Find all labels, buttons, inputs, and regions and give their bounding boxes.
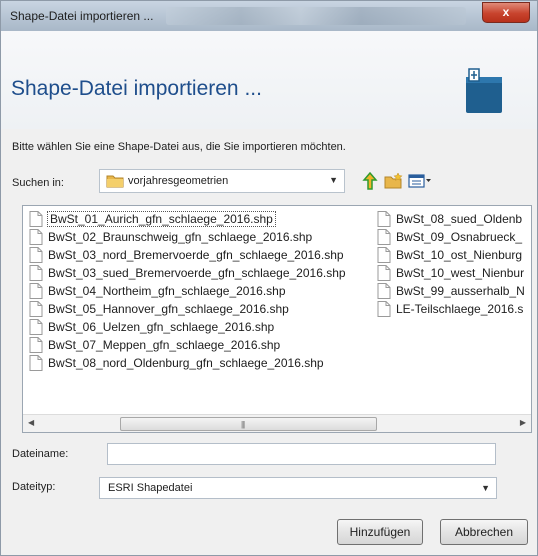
cancel-button-label: Abbrechen [454, 525, 514, 539]
file-icon [377, 265, 391, 281]
view-menu-icon [408, 174, 431, 188]
file-item[interactable]: BwSt_05_Hannover_gfn_schlaege_2016.shp [29, 300, 346, 318]
file-name: BwSt_10_west_Nienbur [396, 266, 525, 280]
file-item[interactable]: BwSt_03_sued_Bremervoerde_gfn_schlaege_2… [29, 264, 346, 282]
instruction-text: Bitte wählen Sie eine Shape-Datei aus, d… [12, 141, 346, 153]
new-folder-icon [384, 173, 403, 189]
file-name: BwSt_04_Northeim_gfn_schlaege_2016.shp [48, 284, 286, 298]
chevron-down-icon: ▼ [481, 483, 490, 493]
file-item[interactable]: LE-Teilschlaege_2016.s [377, 300, 525, 318]
import-dialog: Shape-Datei importieren ... x Shape-Date… [0, 0, 538, 556]
file-name: BwSt_09_Osnabrueck_ [396, 230, 523, 244]
chevron-down-icon: ▼ [329, 175, 338, 185]
window-title: Shape-Datei importieren ... [10, 9, 154, 23]
filename-label: Dateiname: [12, 448, 69, 460]
file-icon [29, 355, 43, 371]
file-item[interactable]: BwSt_08_sued_Oldenb [377, 210, 525, 228]
file-name: BwSt_08_nord_Oldenburg_gfn_schlaege_2016… [48, 356, 324, 370]
file-name: BwSt_03_nord_Bremervoerde_gfn_schlaege_2… [48, 248, 344, 262]
file-name: BwSt_01_Aurich_gfn_schlaege_2016.shp [47, 211, 276, 227]
filetype-dropdown[interactable]: ESRI Shapedatei ▼ [99, 477, 497, 499]
file-column-2: BwSt_08_sued_Oldenb BwSt_09_Osnabrueck_ … [377, 210, 525, 318]
file-icon [29, 301, 43, 317]
file-item[interactable]: BwSt_99_ausserhalb_N [377, 282, 525, 300]
file-name: BwSt_10_ost_Nienburg [396, 248, 523, 262]
new-folder-button[interactable] [383, 171, 405, 191]
file-icon [377, 301, 391, 317]
file-icon [377, 283, 391, 299]
file-item[interactable]: BwSt_03_nord_Bremervoerde_gfn_schlaege_2… [29, 246, 346, 264]
up-folder-icon [362, 172, 378, 190]
close-icon: x [502, 5, 510, 19]
file-item[interactable]: BwSt_10_ost_Nienburg [377, 246, 525, 264]
close-button[interactable]: x [482, 2, 530, 23]
file-name: BwSt_06_Uelzen_gfn_schlaege_2016.shp [48, 320, 275, 334]
file-icon [29, 265, 43, 281]
file-name: LE-Teilschlaege_2016.s [396, 302, 524, 316]
file-name: BwSt_02_Braunschweig_gfn_schlaege_2016.s… [48, 230, 313, 244]
dialog-content: Bitte wählen Sie eine Shape-Datei aus, d… [1, 129, 537, 555]
folder-icon [106, 175, 124, 188]
filetype-label: Dateityp: [12, 481, 56, 493]
file-item[interactable]: BwSt_01_Aurich_gfn_schlaege_2016.shp [29, 210, 346, 228]
scroll-right-icon[interactable]: ▶ [520, 418, 526, 427]
file-icon [29, 211, 43, 227]
file-icon [29, 229, 43, 245]
file-list[interactable]: BwSt_01_Aurich_gfn_schlaege_2016.shp BwS… [22, 205, 532, 433]
file-item[interactable]: BwSt_09_Osnabrueck_ [377, 228, 525, 246]
dialog-heading: Shape-Datei importieren ... [11, 77, 262, 100]
dialog-header: Shape-Datei importieren ... [1, 31, 537, 130]
file-name: BwSt_99_ausserhalb_N [396, 284, 525, 298]
file-icon [29, 319, 43, 335]
file-item[interactable]: BwSt_08_nord_Oldenburg_gfn_schlaege_2016… [29, 354, 346, 372]
horizontal-scrollbar[interactable]: ◀ ||| ▶ [23, 414, 531, 432]
file-column-1: BwSt_01_Aurich_gfn_schlaege_2016.shp BwS… [29, 210, 346, 372]
scroll-thumb[interactable]: ||| [120, 417, 377, 431]
file-icon [377, 229, 391, 245]
file-name: BwSt_05_Hannover_gfn_schlaege_2016.shp [48, 302, 289, 316]
view-menu-button[interactable] [407, 171, 433, 191]
file-icon [29, 337, 43, 353]
grip-icon: ||| [241, 420, 245, 429]
file-item[interactable]: BwSt_07_Meppen_gfn_schlaege_2016.shp [29, 336, 346, 354]
filetype-value: ESRI Shapedatei [108, 482, 193, 494]
file-item[interactable]: BwSt_04_Northeim_gfn_schlaege_2016.shp [29, 282, 346, 300]
file-icon [377, 247, 391, 263]
look-in-label: Suchen in: [12, 177, 64, 189]
file-icon [377, 211, 391, 227]
file-name: BwSt_07_Meppen_gfn_schlaege_2016.shp [48, 338, 281, 352]
file-item[interactable]: BwSt_06_Uelzen_gfn_schlaege_2016.shp [29, 318, 346, 336]
file-name: BwSt_03_sued_Bremervoerde_gfn_schlaege_2… [48, 266, 346, 280]
import-shape-icon [466, 68, 502, 113]
title-bar-background [166, 7, 466, 25]
look-in-value: vorjahresgeometrien [128, 175, 229, 187]
cancel-button[interactable]: Abbrechen [440, 519, 528, 545]
add-button[interactable]: Hinzufügen [337, 519, 423, 545]
file-item[interactable]: BwSt_10_west_Nienbur [377, 264, 525, 282]
title-bar[interactable]: Shape-Datei importieren ... x [1, 1, 537, 31]
up-folder-button[interactable] [361, 171, 379, 191]
scroll-left-icon[interactable]: ◀ [28, 418, 34, 427]
file-icon [29, 283, 43, 299]
file-item[interactable]: BwSt_02_Braunschweig_gfn_schlaege_2016.s… [29, 228, 346, 246]
filename-input[interactable] [107, 443, 496, 465]
file-icon [29, 247, 43, 263]
look-in-dropdown[interactable]: vorjahresgeometrien ▼ [99, 169, 345, 193]
file-name: BwSt_08_sued_Oldenb [396, 212, 523, 226]
add-button-label: Hinzufügen [349, 525, 411, 539]
